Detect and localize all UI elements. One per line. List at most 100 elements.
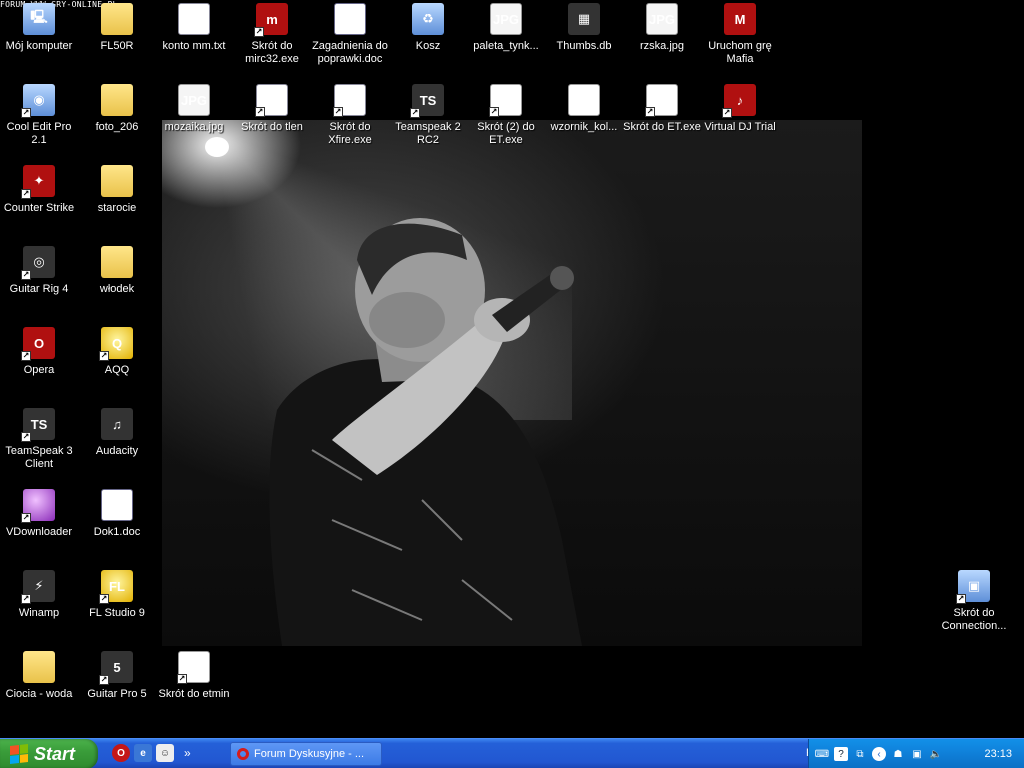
shortcut-arrow-icon: ↗ (254, 27, 264, 37)
desktop-icon-label: Guitar Pro 5 (87, 688, 147, 700)
desktop-icon[interactable]: ET ↗ Skrót (2) do ET.exe (467, 84, 545, 147)
virtual-dj-icon: ♪ ↗ (722, 84, 756, 118)
desktop-icon[interactable]: ▦ Thumbs.db (545, 3, 623, 53)
start-button[interactable]: Start (0, 739, 98, 768)
desktop-icon-label: foto_206 (95, 121, 139, 133)
desktop-icon-label: Dok1.doc (93, 526, 141, 538)
desktop-icon[interactable]: Ciocia - woda (0, 651, 78, 701)
desktop-icon-label: FL50R (100, 40, 134, 52)
shortcut-arrow-icon: ↗ (410, 108, 420, 118)
desktop-icon[interactable]: TS ↗ Teamspeak 2 RC2 (389, 84, 467, 147)
desktop-icon-label: Audacity (95, 445, 139, 457)
desktop-icon-label: wzornik_kol... (550, 121, 618, 133)
wolfenstein-et-icon: ET ↗ (645, 84, 678, 117)
desktop-icon[interactable]: 🖳 Mój komputer (0, 3, 78, 53)
desktop-wallpaper (162, 120, 862, 646)
desktop-icon-label: Virtual DJ Trial (704, 121, 776, 133)
windows-logo-icon (10, 744, 28, 764)
desktop-icon[interactable]: FL ↗ FL Studio 9 (78, 570, 156, 620)
desktop-icon[interactable]: FL50R (78, 3, 156, 53)
shortcut-arrow-icon: ↗ (21, 108, 31, 118)
start-label: Start (34, 743, 76, 764)
browser-icon[interactable]: e (134, 744, 152, 762)
folder-icon (101, 3, 133, 35)
pdf-file-icon: PDF (568, 84, 600, 116)
shortcut-arrow-icon: ↗ (21, 189, 31, 199)
desktop-icon-label: VDownloader (5, 526, 73, 538)
mafia-icon: M (724, 3, 756, 35)
folder-icon (101, 84, 133, 116)
desktop-icon[interactable]: X ↗ Skrót do Xfire.exe (311, 84, 389, 147)
teamspeak-icon: TS ↗ (21, 408, 55, 442)
desktop-icon[interactable]: ♻ Kosz (389, 3, 467, 53)
xfire-icon: X ↗ (333, 84, 366, 117)
network-icon[interactable]: ▣ (910, 747, 924, 761)
quick-launch-bar: O e ☺ » (112, 744, 191, 762)
volume-icon[interactable]: 🔈 (929, 747, 943, 761)
shortcut-arrow-icon: ↗ (21, 270, 31, 280)
tlen-icon[interactable]: ☺ (156, 744, 174, 762)
winamp-icon: ⚡ ↗ (21, 570, 55, 604)
keyboard-icon[interactable]: ⌨ (815, 747, 829, 761)
desktop-icon[interactable]: 5 ↗ Guitar Pro 5 (78, 651, 156, 701)
quick-launch-more-button[interactable]: » (184, 746, 191, 760)
singer-silhouette-image (205, 137, 582, 646)
folder-icon (101, 165, 133, 197)
desktop-icon[interactable]: W Zagadnienia do poprawki.doc (311, 3, 389, 66)
chevron-left-icon[interactable]: ‹ (872, 747, 886, 761)
desktop-icon[interactable]: ▣ ↗ Skrót do Connection... (935, 570, 1013, 633)
wolfenstein-et-icon: ET ↗ (489, 84, 522, 117)
desktop-icon[interactable]: ♪ ↗ Virtual DJ Trial (701, 84, 779, 134)
clock: 23:13 (984, 748, 1012, 760)
desktop-icon-label: Zagadnienia do poprawki.doc (312, 40, 388, 65)
desktop-icon[interactable]: foto_206 (78, 84, 156, 134)
shortcut-arrow-icon: ↗ (645, 107, 655, 117)
desktop-icon[interactable]: JPG paleta_tynk... (467, 3, 545, 53)
desktop-icon-label: FL Studio 9 (89, 607, 145, 619)
desktop-icon[interactable]: ☺ ↗ Skrót do tlen (233, 84, 311, 134)
shortcut-arrow-icon: ↗ (99, 351, 109, 361)
desktop-icon-label: TeamSpeak 3 Client (5, 445, 73, 470)
desktop-icon-label: Skrót do Xfire.exe (328, 121, 372, 146)
shortcut-arrow-icon: ↗ (21, 432, 31, 442)
desktop-icon[interactable]: PDF wzornik_kol... (545, 84, 623, 134)
network-connection-icon: ▣ ↗ (956, 570, 990, 604)
game-icon[interactable]: ☗ (891, 747, 905, 761)
desktop-icon[interactable]: ≡ konto mm.txt (155, 3, 233, 53)
desktop-icon[interactable]: W Dok1.doc (78, 489, 156, 539)
taskbar-button-forum[interactable]: Forum Dyskusyjne - ... (230, 742, 382, 766)
shortcut-arrow-icon: ↗ (21, 513, 31, 523)
recycle-bin-icon: ♻ (412, 3, 444, 35)
desktop-icon[interactable]: JPG mozaika.jpg (155, 84, 233, 134)
word-document-icon: W (101, 489, 133, 521)
desktop-icon[interactable]: Q ↗ AQQ (78, 327, 156, 377)
desktop-icon-label: Teamspeak 2 RC2 (395, 121, 461, 146)
desktop-icon[interactable]: JPG rzska.jpg (623, 3, 701, 53)
desktop-icon[interactable]: ◎ ↗ Guitar Rig 4 (0, 246, 78, 296)
shortcut-arrow-icon: ↗ (21, 351, 31, 361)
desktop-icon[interactable]: m ↗ Skrót do mirc32.exe (233, 3, 311, 66)
jpg-file-icon: JPG (178, 84, 210, 116)
desktop-icon[interactable]: ET ↗ Skrót do ET.exe (623, 84, 701, 134)
desktop-icon[interactable]: włodek (78, 246, 156, 296)
desktop-icon[interactable]: M Uruchom grę Mafia (701, 3, 779, 66)
shortcut-arrow-icon: ↗ (21, 594, 31, 604)
desktop-icon[interactable]: ✦ ↗ Counter Strike (0, 165, 78, 215)
help-icon[interactable]: ? (834, 747, 848, 761)
desktop-icon[interactable]: ET ↗ Skrót do etmin (155, 651, 233, 701)
desktop-icon[interactable]: ⚡ ↗ Winamp (0, 570, 78, 620)
desktop-icon-label: Counter Strike (3, 202, 75, 214)
desktop-switch-icon[interactable]: ⧉ (853, 747, 867, 761)
desktop-icon[interactable]: TS ↗ TeamSpeak 3 Client (0, 408, 78, 471)
desktop-icon[interactable]: O ↗ Opera (0, 327, 78, 377)
desktop-icon-label: Winamp (18, 607, 60, 619)
desktop-icon[interactable]: ◉ ↗ Cool Edit Pro 2.1 (0, 84, 78, 147)
guitar-pro-icon: 5 ↗ (99, 651, 133, 685)
desktop-icon-label: mozaika.jpg (164, 121, 224, 133)
desktop-icon-label: Ciocia - woda (5, 688, 73, 700)
desktop-icon[interactable]: ↗ VDownloader (0, 489, 78, 539)
shortcut-arrow-icon: ↗ (722, 108, 732, 118)
desktop-icon[interactable]: ♫ Audacity (78, 408, 156, 458)
opera-icon[interactable]: O (112, 744, 130, 762)
desktop-icon[interactable]: starocie (78, 165, 156, 215)
